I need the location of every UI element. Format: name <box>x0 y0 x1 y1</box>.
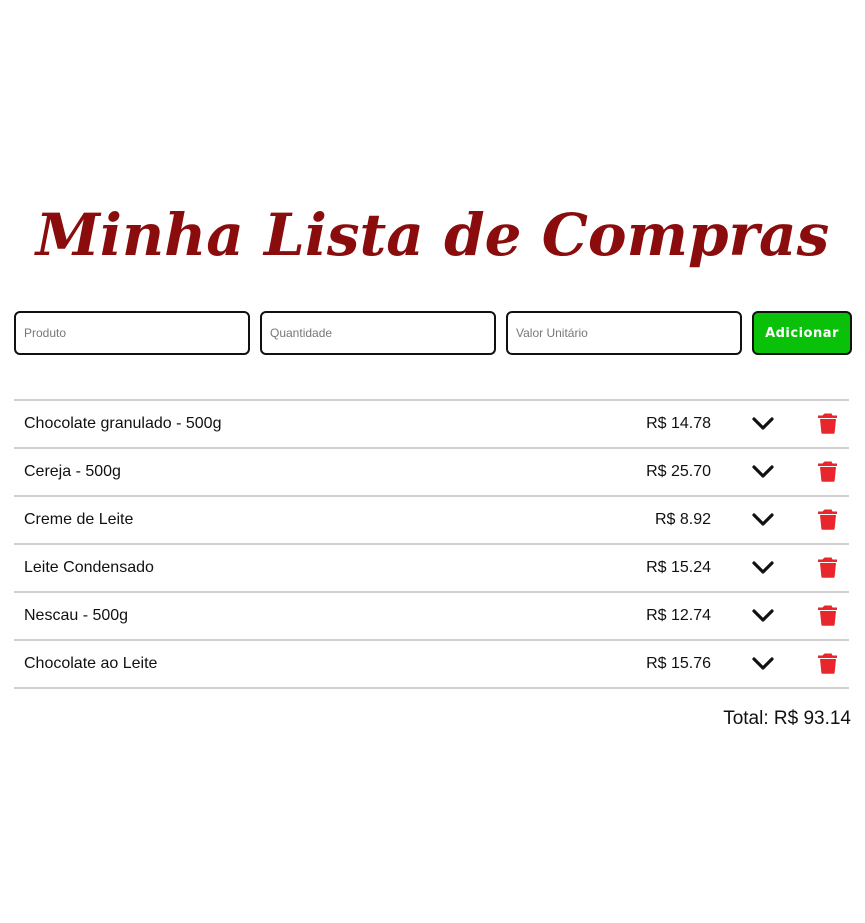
item-price: R$ 14.78 <box>646 415 711 432</box>
list-item: Nescau - 500g R$ 12.74 <box>14 593 849 641</box>
list-item: Chocolate ao Leite R$ 15.76 <box>14 641 849 689</box>
list-item: Creme de Leite R$ 8.92 <box>14 497 849 545</box>
trash-icon[interactable] <box>818 412 838 434</box>
chevron-down-icon[interactable] <box>751 414 775 434</box>
item-name: Chocolate ao Leite <box>24 655 158 672</box>
add-item-form: Adicionar <box>14 311 852 355</box>
quantity-input[interactable] <box>260 311 496 355</box>
chevron-down-icon[interactable] <box>751 606 775 626</box>
page-title: Minha Lista de Compras <box>35 201 830 269</box>
list-item: Cereja - 500g R$ 25.70 <box>14 449 849 497</box>
add-button[interactable]: Adicionar <box>752 311 852 355</box>
item-price: R$ 15.76 <box>646 655 711 672</box>
item-name: Chocolate granulado - 500g <box>24 415 222 432</box>
shopping-list: Chocolate granulado - 500g R$ 14.78 Cere… <box>14 399 849 689</box>
trash-icon[interactable] <box>818 460 838 482</box>
product-input[interactable] <box>14 311 250 355</box>
list-item: Leite Condensado R$ 15.24 <box>14 545 849 593</box>
total-amount: Total: R$ 93.14 <box>723 708 851 729</box>
unit-value-input[interactable] <box>506 311 742 355</box>
item-price: R$ 8.92 <box>654 511 711 528</box>
chevron-down-icon[interactable] <box>751 462 775 482</box>
item-name: Leite Condensado <box>24 559 154 576</box>
chevron-down-icon[interactable] <box>751 510 775 530</box>
trash-icon[interactable] <box>818 508 838 530</box>
item-name: Creme de Leite <box>24 511 134 528</box>
item-price: R$ 12.74 <box>646 607 711 624</box>
item-price: R$ 15.24 <box>646 559 711 576</box>
chevron-down-icon[interactable] <box>751 558 775 578</box>
chevron-down-icon[interactable] <box>751 654 775 674</box>
trash-icon[interactable] <box>818 604 838 626</box>
item-name: Cereja - 500g <box>24 463 121 480</box>
trash-icon[interactable] <box>818 652 838 674</box>
item-price: R$ 25.70 <box>646 463 711 480</box>
list-item: Chocolate granulado - 500g R$ 14.78 <box>14 401 849 449</box>
trash-icon[interactable] <box>818 556 838 578</box>
item-name: Nescau - 500g <box>24 607 129 624</box>
